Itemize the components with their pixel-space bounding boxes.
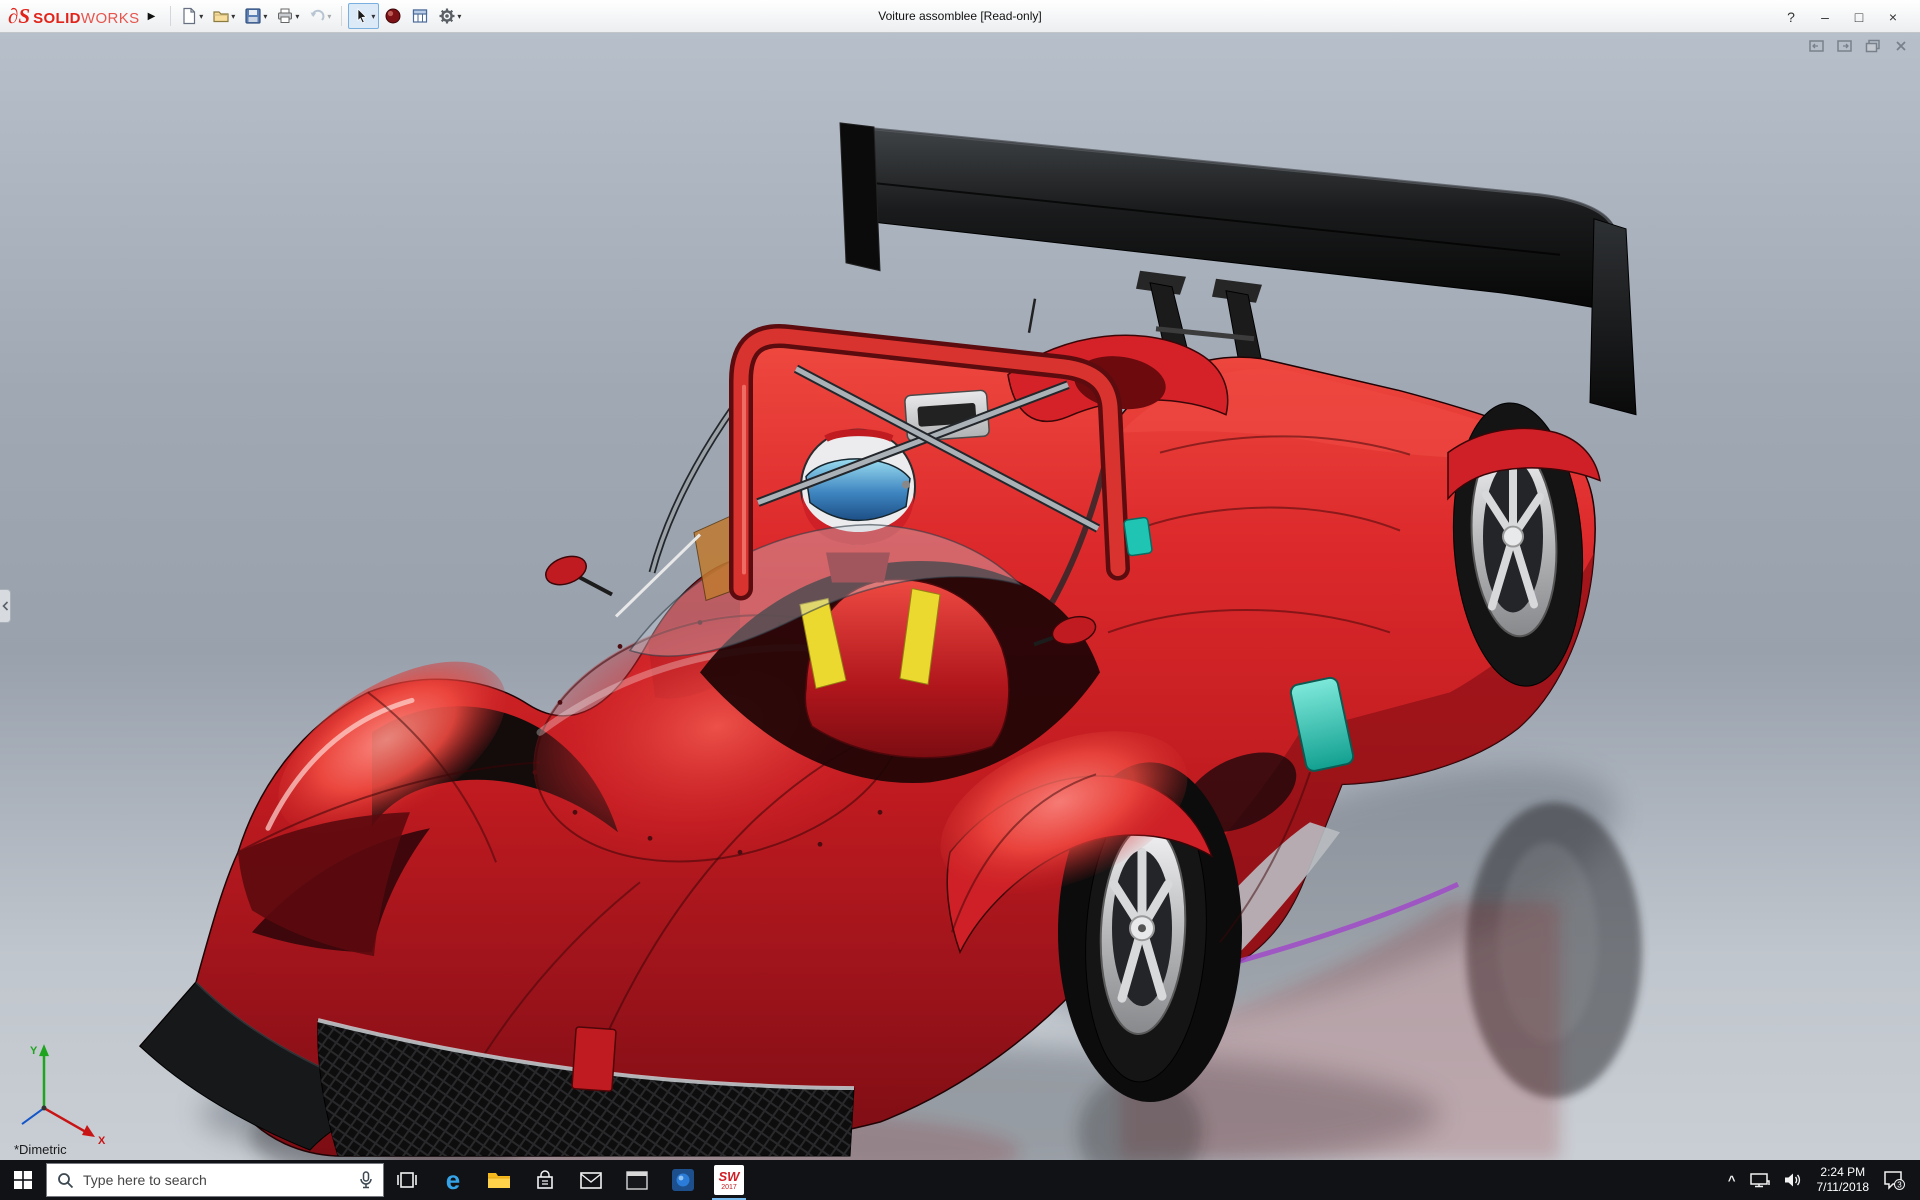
brand-works: WORKS bbox=[80, 9, 140, 27]
axis-y-label: Y bbox=[30, 1045, 38, 1057]
app-window-icon bbox=[626, 1170, 648, 1190]
chevron-up-icon: ^ bbox=[1727, 1172, 1736, 1188]
action-center-icon: 3 bbox=[1884, 1171, 1905, 1190]
open-button[interactable]: ▾ bbox=[208, 3, 239, 29]
taskbar-clock[interactable]: 2:24 PM 7/11/2018 bbox=[1810, 1160, 1877, 1200]
volume-button[interactable] bbox=[1777, 1160, 1810, 1200]
standard-toolbar: ▾ ▾ ▾ ▾ ▾ ▾ ▾ bbox=[176, 3, 465, 29]
mail-button[interactable] bbox=[568, 1160, 614, 1200]
network-icon bbox=[1749, 1173, 1770, 1188]
save-button[interactable]: ▾ bbox=[240, 3, 271, 29]
caret-down-icon[interactable]: ▾ bbox=[231, 12, 235, 21]
select-button[interactable]: ▾ bbox=[348, 3, 380, 29]
grille-center-panel bbox=[571, 1026, 617, 1092]
view-orientation-label: *Dimetric bbox=[14, 1142, 67, 1157]
mail-icon bbox=[580, 1171, 602, 1189]
solidworks-app-icon: SW 2017 bbox=[714, 1165, 744, 1195]
new-document-button[interactable]: ▾ bbox=[176, 3, 207, 29]
notification-badge: 3 bbox=[1897, 1181, 1902, 1190]
taskbar-search[interactable] bbox=[46, 1163, 384, 1197]
edge-button[interactable]: e bbox=[430, 1160, 476, 1200]
new-document-icon bbox=[183, 7, 196, 25]
doc-tile-left-icon[interactable] bbox=[1808, 38, 1826, 54]
caret-down-icon[interactable]: ▾ bbox=[327, 12, 331, 21]
doc-restore-icon[interactable] bbox=[1864, 38, 1882, 54]
action-center-button[interactable]: 3 bbox=[1876, 1160, 1912, 1200]
options-button[interactable]: ▾ bbox=[434, 3, 465, 29]
toolbar-expander-icon[interactable]: ▶ bbox=[148, 11, 156, 22]
system-tray: ^ 2:24 PM 7/11/2018 3 bbox=[1721, 1160, 1920, 1200]
print-icon bbox=[278, 8, 293, 23]
file-explorer-icon bbox=[488, 1173, 510, 1188]
doc-tile-right-icon[interactable] bbox=[1836, 38, 1854, 54]
windows-taskbar: e bbox=[0, 1160, 1920, 1200]
ds-logo-icon: ∂S bbox=[8, 3, 31, 28]
cockpit-teal-accent bbox=[1123, 516, 1153, 557]
graphics-viewport[interactable]: Y X *Dimetric bbox=[0, 33, 1920, 1160]
clock-time: 2:24 PM bbox=[1820, 1165, 1866, 1179]
task-view-button[interactable] bbox=[384, 1160, 430, 1200]
solidworks-app-button[interactable]: SW 2017 bbox=[706, 1160, 752, 1200]
title-controls: ? – □ × bbox=[1774, 0, 1910, 33]
open-folder-icon bbox=[213, 11, 229, 23]
window-title: Voiture assomblee [Read-only] bbox=[878, 9, 1042, 23]
brand-solid: SOLID bbox=[33, 9, 81, 27]
microphone-icon[interactable] bbox=[359, 1171, 373, 1189]
close-button[interactable]: × bbox=[1876, 0, 1910, 33]
doc-close-icon[interactable] bbox=[1892, 38, 1910, 54]
search-icon bbox=[58, 1172, 74, 1188]
appearance-sphere-icon bbox=[385, 8, 401, 24]
task-view-icon bbox=[397, 1172, 417, 1188]
console-app-button[interactable] bbox=[614, 1160, 660, 1200]
clock-date: 7/11/2018 bbox=[1816, 1180, 1870, 1194]
save-floppy-icon bbox=[245, 8, 261, 24]
titlebar: ∂S SOLID WORKS ▶ ▾ ▾ ▾ ▾ ▾ ▾ ▾ Voiture a… bbox=[0, 0, 1920, 33]
blue-app-icon bbox=[672, 1169, 694, 1191]
file-explorer-button[interactable] bbox=[476, 1160, 522, 1200]
search-input[interactable] bbox=[83, 1172, 350, 1188]
document-window-controls bbox=[1808, 38, 1910, 54]
store-bag-icon bbox=[537, 1170, 553, 1189]
edge-icon: e bbox=[446, 1166, 460, 1194]
svg-text:e: e bbox=[446, 1166, 460, 1194]
windows-logo-icon bbox=[14, 1171, 32, 1189]
solidworks-window: ∂S SOLID WORKS ▶ ▾ ▾ ▾ ▾ ▾ ▾ ▾ Voiture a… bbox=[0, 0, 1920, 1200]
tray-expand-button[interactable]: ^ bbox=[1721, 1160, 1743, 1200]
wing-endplate-left bbox=[839, 122, 881, 272]
caret-down-icon[interactable]: ▾ bbox=[263, 12, 267, 21]
axis-x-label: X bbox=[98, 1135, 106, 1147]
caret-down-icon[interactable]: ▾ bbox=[371, 12, 375, 21]
help-button[interactable]: ? bbox=[1774, 0, 1808, 33]
toolbar-separator bbox=[341, 6, 343, 26]
3d-scene[interactable]: Y X *Dimetric bbox=[0, 33, 1920, 1160]
maximize-button[interactable]: □ bbox=[1842, 0, 1876, 33]
blue-app-button[interactable] bbox=[660, 1160, 706, 1200]
minimize-button[interactable]: – bbox=[1808, 0, 1842, 33]
network-button[interactable] bbox=[1743, 1160, 1777, 1200]
chevron-left-icon bbox=[1, 601, 8, 611]
options-gear-icon bbox=[439, 8, 455, 24]
caret-down-icon[interactable]: ▾ bbox=[199, 12, 203, 21]
print-button[interactable]: ▾ bbox=[272, 3, 303, 29]
toolbar-separator bbox=[170, 6, 172, 26]
feature-tree-collapse-tab[interactable] bbox=[0, 589, 11, 623]
design-table-button[interactable] bbox=[407, 3, 433, 29]
caret-down-icon[interactable]: ▾ bbox=[295, 12, 299, 21]
store-button[interactable] bbox=[522, 1160, 568, 1200]
start-button[interactable] bbox=[0, 1160, 46, 1200]
solidworks-logo: ∂S SOLID WORKS bbox=[8, 4, 140, 29]
select-cursor-icon bbox=[358, 8, 368, 24]
caret-down-icon[interactable]: ▾ bbox=[457, 12, 461, 21]
undo-arrow-icon bbox=[310, 9, 325, 21]
undo-button[interactable]: ▾ bbox=[304, 3, 335, 29]
speaker-icon bbox=[1784, 1173, 1800, 1187]
design-table-icon bbox=[413, 9, 428, 23]
appearance-button[interactable] bbox=[380, 3, 406, 29]
